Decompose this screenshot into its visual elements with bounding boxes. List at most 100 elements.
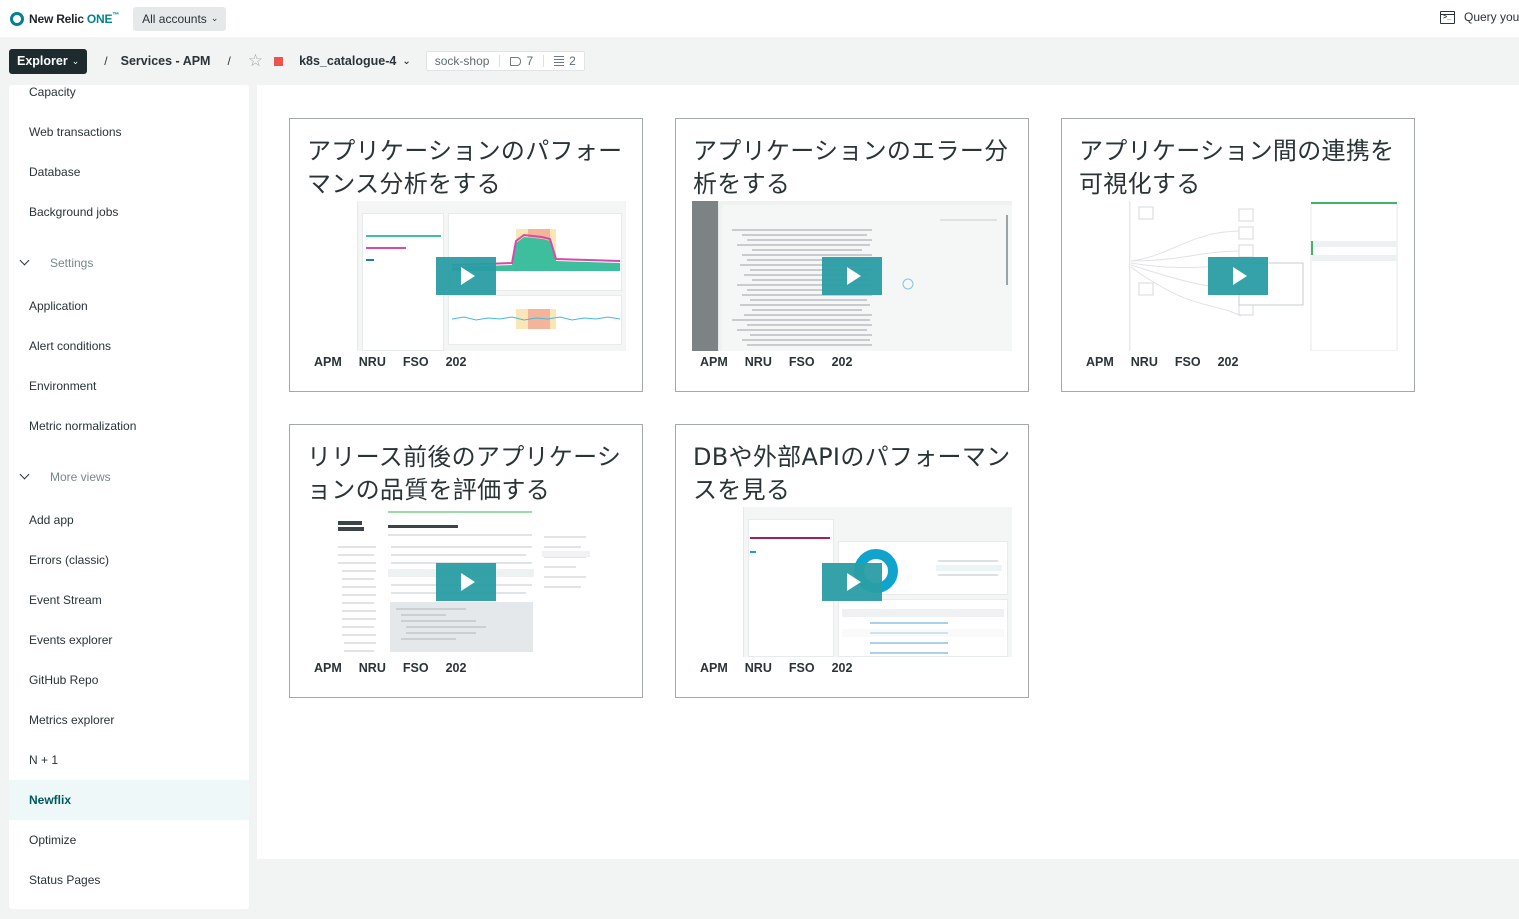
query-your-data-button[interactable]: Query your data [1440, 10, 1519, 24]
sidebar-item-newflix[interactable]: Newflix [9, 780, 249, 820]
group-label: More views [50, 470, 111, 484]
video-card[interactable]: DBや外部APIのパフォーマンスを見る APM NRU FSO 202 [675, 424, 1029, 698]
tag-nru: NRU [744, 355, 772, 369]
card-title: アプリケーションのパフォーマンス分析をする [307, 137, 623, 198]
sidebar-group-more-views[interactable]: More views [9, 457, 249, 497]
play-button[interactable] [822, 563, 882, 601]
card-title: アプリケーション間の連携を可視化する [1079, 137, 1395, 198]
sidebar-item-event-stream[interactable]: Event Stream [9, 580, 249, 620]
sidebar-item-status-pages[interactable]: Status Pages [9, 860, 249, 900]
entity-status-indicator [274, 56, 284, 66]
tag-202: 202 [445, 355, 467, 369]
tag-fso: FSO [788, 661, 815, 675]
chevron-down-icon[interactable]: ⌄ [402, 56, 410, 67]
breadcrumb-separator: / [227, 54, 231, 68]
chevron-down-icon: ⌄ [71, 55, 80, 66]
logo-text: New Relic ONE™ [29, 11, 120, 26]
sidebar-item-metrics-explorer[interactable]: Metrics explorer [9, 700, 249, 740]
tag-fso: FSO [788, 355, 815, 369]
tag-apm: APM [1086, 355, 1114, 369]
thumbnail-chart [452, 309, 620, 329]
sidebar-item-capacity[interactable]: Capacity [9, 85, 249, 112]
breadcrumb-separator: / [104, 54, 108, 68]
play-button[interactable] [822, 257, 882, 295]
tag-count: 7 [526, 54, 534, 68]
card-title: アプリケーションのエラー分析をする [693, 137, 1009, 198]
sidebar-item-optimize[interactable]: Optimize [9, 820, 249, 860]
workload-icon [554, 56, 565, 66]
tag-nru: NRU [358, 355, 386, 369]
video-thumbnail[interactable] [1078, 201, 1398, 351]
account-selector-label: All accounts [142, 11, 207, 26]
explorer-button[interactable]: Explorer ⌄ [9, 48, 88, 74]
sidebar: Capacity Web transactions Database Backg… [9, 85, 249, 909]
entity-name[interactable]: k8s_catalogue-4 [299, 54, 396, 68]
tag-202: 202 [445, 661, 467, 675]
sidebar-item-database[interactable]: Database [9, 152, 249, 192]
divider [543, 55, 545, 67]
video-card[interactable]: リリース前後のアプリケーションの品質を評価する APM NRU FSO 202 [289, 424, 643, 698]
sidebar-item-errors-classic[interactable]: Errors (classic) [9, 540, 249, 580]
tag-nru: NRU [744, 661, 772, 675]
sidebar-item-background-jobs[interactable]: Background jobs [9, 192, 249, 232]
card-tags: APM NRU FSO 202 [1086, 355, 1255, 369]
sidebar-item-alert-conditions[interactable]: Alert conditions [9, 326, 249, 366]
tag-apm: APM [314, 661, 342, 675]
explorer-label: Explorer [17, 54, 68, 68]
new-relic-logo-icon [10, 11, 24, 26]
tag-fso: FSO [402, 355, 429, 369]
video-thumbnail[interactable] [692, 507, 1012, 657]
card-tags: APM NRU FSO 202 [700, 661, 869, 675]
workload-count: 2 [569, 54, 576, 68]
card-tags: APM NRU FSO 202 [314, 661, 483, 675]
play-button[interactable] [436, 257, 496, 295]
card-tags: APM NRU FSO 202 [314, 355, 483, 369]
chevron-down-icon: ⌄ [210, 13, 219, 23]
chevron-down-icon [20, 474, 30, 480]
sidebar-item-github-repo[interactable]: GitHub Repo [9, 660, 249, 700]
tag-fso: FSO [1174, 355, 1201, 369]
sidebar-item-application[interactable]: Application [9, 286, 249, 326]
tag-apm: APM [314, 355, 342, 369]
breadcrumb-services-apm[interactable]: Services - APM [121, 54, 211, 68]
favorite-star-icon[interactable]: ☆ [248, 51, 263, 71]
tag-202: 202 [831, 661, 853, 675]
thumbnail-table [842, 609, 1004, 654]
main-content: アプリケーションのパフォーマンス分析をする APM NRU FSO 202 アプ… [257, 85, 1519, 859]
sidebar-item-environment[interactable]: Environment [9, 366, 249, 406]
sidebar-item-web-transactions[interactable]: Web transactions [9, 112, 249, 152]
video-card[interactable]: アプリケーションのパフォーマンス分析をする APM NRU FSO 202 [289, 118, 643, 392]
sidebar-item-metric-normalization[interactable]: Metric normalization [9, 406, 249, 446]
breadcrumb: Explorer ⌄ / Services - APM / ☆ k8s_cata… [0, 37, 1519, 85]
new-relic-logo[interactable]: New Relic ONE™ [10, 11, 120, 26]
video-thumbnail[interactable] [306, 507, 626, 657]
tag-apm: APM [700, 661, 728, 675]
sidebar-item-add-app[interactable]: Add app [9, 500, 249, 540]
account-tag: sock-shop [434, 54, 490, 68]
tag-nru: NRU [1130, 355, 1158, 369]
tag-nru: NRU [358, 661, 386, 675]
sidebar-item-events-explorer[interactable]: Events explorer [9, 620, 249, 660]
card-title: DBや外部APIのパフォーマンスを見る [693, 443, 1011, 504]
tag-202: 202 [831, 355, 853, 369]
tag-icon [510, 56, 522, 66]
play-button[interactable] [436, 563, 496, 601]
tag-202: 202 [1217, 355, 1239, 369]
account-selector[interactable]: All accounts ⌄ [133, 6, 227, 31]
video-thumbnail[interactable] [692, 201, 1012, 351]
tag-fso: FSO [402, 661, 429, 675]
sidebar-group-settings[interactable]: Settings [9, 243, 249, 283]
chevron-down-icon [20, 260, 30, 266]
terminal-icon [1440, 10, 1455, 24]
video-card[interactable]: アプリケーション間の連携を可視化する APM NRU FSO 202 [1061, 118, 1415, 392]
sidebar-item-n-plus-1[interactable]: N + 1 [9, 740, 249, 780]
play-button[interactable] [1208, 257, 1268, 295]
group-label: Settings [50, 256, 94, 270]
card-title: リリース前後のアプリケーションの品質を評価する [307, 443, 622, 504]
entity-tags[interactable]: sock-shop 7 2 [425, 51, 585, 71]
video-thumbnail[interactable] [306, 201, 626, 351]
query-label: Query your data [1464, 10, 1519, 24]
divider [499, 55, 501, 67]
top-bar: New RelicONE™ All accounts ⌄ Query your … [0, 0, 1519, 37]
video-card[interactable]: アプリケーションのエラー分析をする APM NRU FSO 202 [675, 118, 1029, 392]
